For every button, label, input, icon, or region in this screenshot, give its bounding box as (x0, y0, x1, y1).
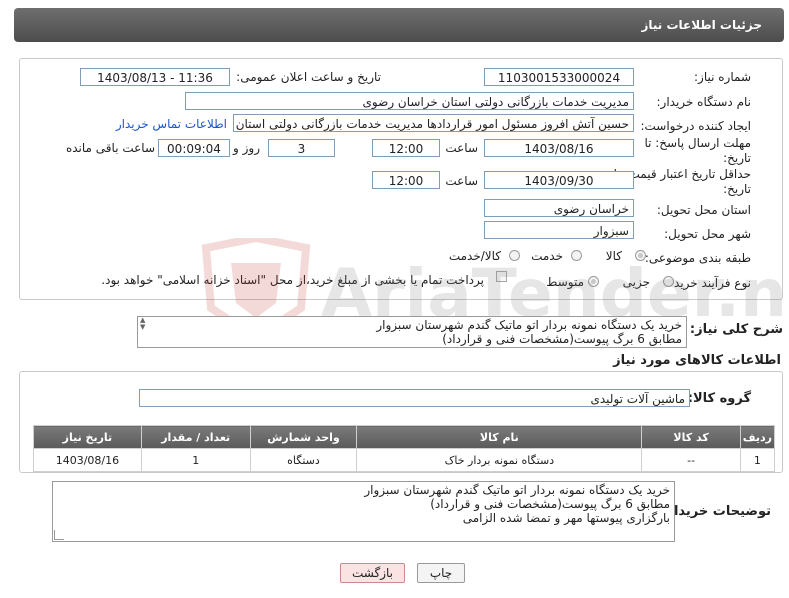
price-validity-label: حداقل تاریخ اعتبار قیمت: تا تاریخ: (614, 167, 751, 197)
col-qty-header: تعداد / مقدار (140, 425, 251, 449)
category-goods-radio[interactable] (635, 250, 646, 261)
deadline-time-field[interactable]: 12:00 (372, 139, 440, 157)
deadline-date-field[interactable]: 1403/08/16 (484, 139, 634, 157)
need-description-line: خرید یک دستگاه نمونه بردار اتو ماتیک گند… (376, 318, 682, 332)
buyer-notes-line: خرید یک دستگاه نمونه بردار اتو ماتیک گند… (364, 483, 670, 497)
days-label: روز و (233, 141, 260, 155)
days-remaining-field[interactable]: 3 (268, 139, 335, 157)
purchase-process-label: نوع فرآیند خرید : (666, 276, 751, 290)
col-code-header: کد کالا (641, 425, 741, 449)
price-validity-time-label: ساعت (445, 174, 478, 188)
price-validity-label-line2: تاریخ: (723, 182, 751, 196)
cell-date: 1403/08/16 (33, 448, 142, 472)
col-date-header: تاریخ نیاز (33, 425, 142, 449)
delivery-province-label: استان محل تحویل: (656, 203, 751, 217)
col-name-header: نام کالا (356, 425, 643, 449)
col-row-header: ردیف (739, 425, 776, 449)
textarea-scroll-arrows-icon[interactable]: ▲ ▼ (140, 317, 150, 331)
delivery-city-field[interactable]: سبزوار (484, 221, 634, 239)
requester-field[interactable]: حسین آتش افروز مسئول امور قراردادها مدیر… (233, 114, 634, 132)
process-minor-radio[interactable] (663, 276, 674, 287)
deadline-label-line1: مهلت ارسال پاسخ: تا (644, 136, 751, 150)
cell-unit: دستگاه (249, 448, 358, 472)
process-medium-radio[interactable] (588, 276, 599, 287)
cell-code: -- (641, 448, 741, 472)
need-number-field[interactable]: 1103001533000024 (484, 68, 634, 86)
table-row[interactable]: 1 -- دستگاه نمونه بردار خاک دستگاه 1 140… (33, 448, 776, 472)
back-button[interactable]: بازگشت (340, 563, 405, 583)
deadline-label: مهلت ارسال پاسخ: تا تاریخ: (644, 136, 751, 166)
goods-group-label: گروه کالا: (687, 391, 751, 406)
goods-section-title: اطلاعات کالاهای مورد نیاز (613, 353, 781, 368)
delivery-city-label: شهر محل تحویل: (664, 227, 751, 241)
col-unit-header: واحد شمارش (249, 425, 358, 449)
deadline-time-label: ساعت (445, 141, 478, 155)
buyer-org-field[interactable]: مدیریت خدمات بازرگانی دولتی استان خراسان… (185, 92, 634, 110)
page-title-bar: جزئیات اطلاعات نیاز (14, 8, 784, 42)
process-medium-label: متوسط (546, 275, 584, 289)
category-goods-label: کالا (605, 249, 622, 263)
price-validity-date-field[interactable]: 1403/09/30 (484, 171, 634, 189)
cell-row: 1 (739, 448, 776, 472)
page-title: جزئیات اطلاعات نیاز (641, 18, 762, 32)
goods-table-header: ردیف کد کالا نام کالا واحد شمارش تعداد /… (33, 425, 776, 449)
need-description-line: مطابق 6 برگ پیوست(مشخصات فنی و قرارداد) (442, 332, 682, 346)
goods-table: ردیف کد کالا نام کالا واحد شمارش تعداد /… (33, 425, 776, 472)
goods-group-field[interactable]: ماشین آلات تولیدی (139, 389, 690, 407)
buyer-notes-textarea[interactable]: خرید یک دستگاه نمونه بردار اتو ماتیک گند… (52, 481, 675, 542)
deadline-label-line2: تاریخ: (723, 151, 751, 165)
delivery-province-field[interactable]: خراسان رضوی (484, 199, 634, 217)
treasury-payment-checkbox[interactable] (496, 271, 507, 282)
subject-category-label: طبقه بندی موضوعی: (644, 251, 751, 265)
announce-datetime-field[interactable]: 1403/08/13 - 11:36 (80, 68, 230, 86)
print-button[interactable]: چاپ (417, 563, 465, 583)
buyer-contact-link[interactable]: اطلاعات تماس خریدار (116, 117, 227, 131)
category-service-radio[interactable] (571, 250, 582, 261)
cell-qty: 1 (140, 448, 251, 472)
requester-label: ایجاد کننده درخواست: (640, 119, 751, 133)
price-validity-label-line1: حداقل تاریخ اعتبار قیمت: تا (613, 167, 751, 181)
cell-name: دستگاه نمونه بردار خاک (356, 448, 643, 472)
buyer-notes-line: مطابق 6 برگ پیوست(مشخصات فنی و قرارداد) (430, 497, 670, 511)
buyer-notes-label: توضیحات خریدار: (661, 504, 771, 519)
process-minor-label: جزیی (622, 275, 650, 289)
buyer-notes-line: بارگزاری پیوستها مهر و تمضا شده الزامی (462, 511, 670, 525)
buyer-org-label: نام دستگاه خریدار: (656, 95, 752, 109)
time-remaining-field[interactable]: 00:09:04 (158, 139, 230, 157)
resize-grip-icon[interactable] (54, 530, 64, 540)
time-remaining-label: ساعت باقی مانده (65, 141, 155, 155)
announce-datetime-label: تاریخ و ساعت اعلان عمومی: (236, 70, 381, 84)
need-number-label: شماره نیاز: (694, 70, 751, 84)
need-description-label: شرح کلی نیاز: (689, 322, 783, 337)
category-service-label: خدمت (531, 249, 563, 263)
treasury-payment-note: پرداخت تمام یا بخشی از مبلغ خرید،از محل … (101, 273, 484, 287)
category-goods-service-radio[interactable] (509, 250, 520, 261)
need-description-textarea[interactable]: خرید یک دستگاه نمونه بردار اتو ماتیک گند… (137, 316, 687, 348)
price-validity-time-field[interactable]: 12:00 (372, 171, 440, 189)
category-goods-service-label: کالا/خدمت (448, 249, 501, 263)
